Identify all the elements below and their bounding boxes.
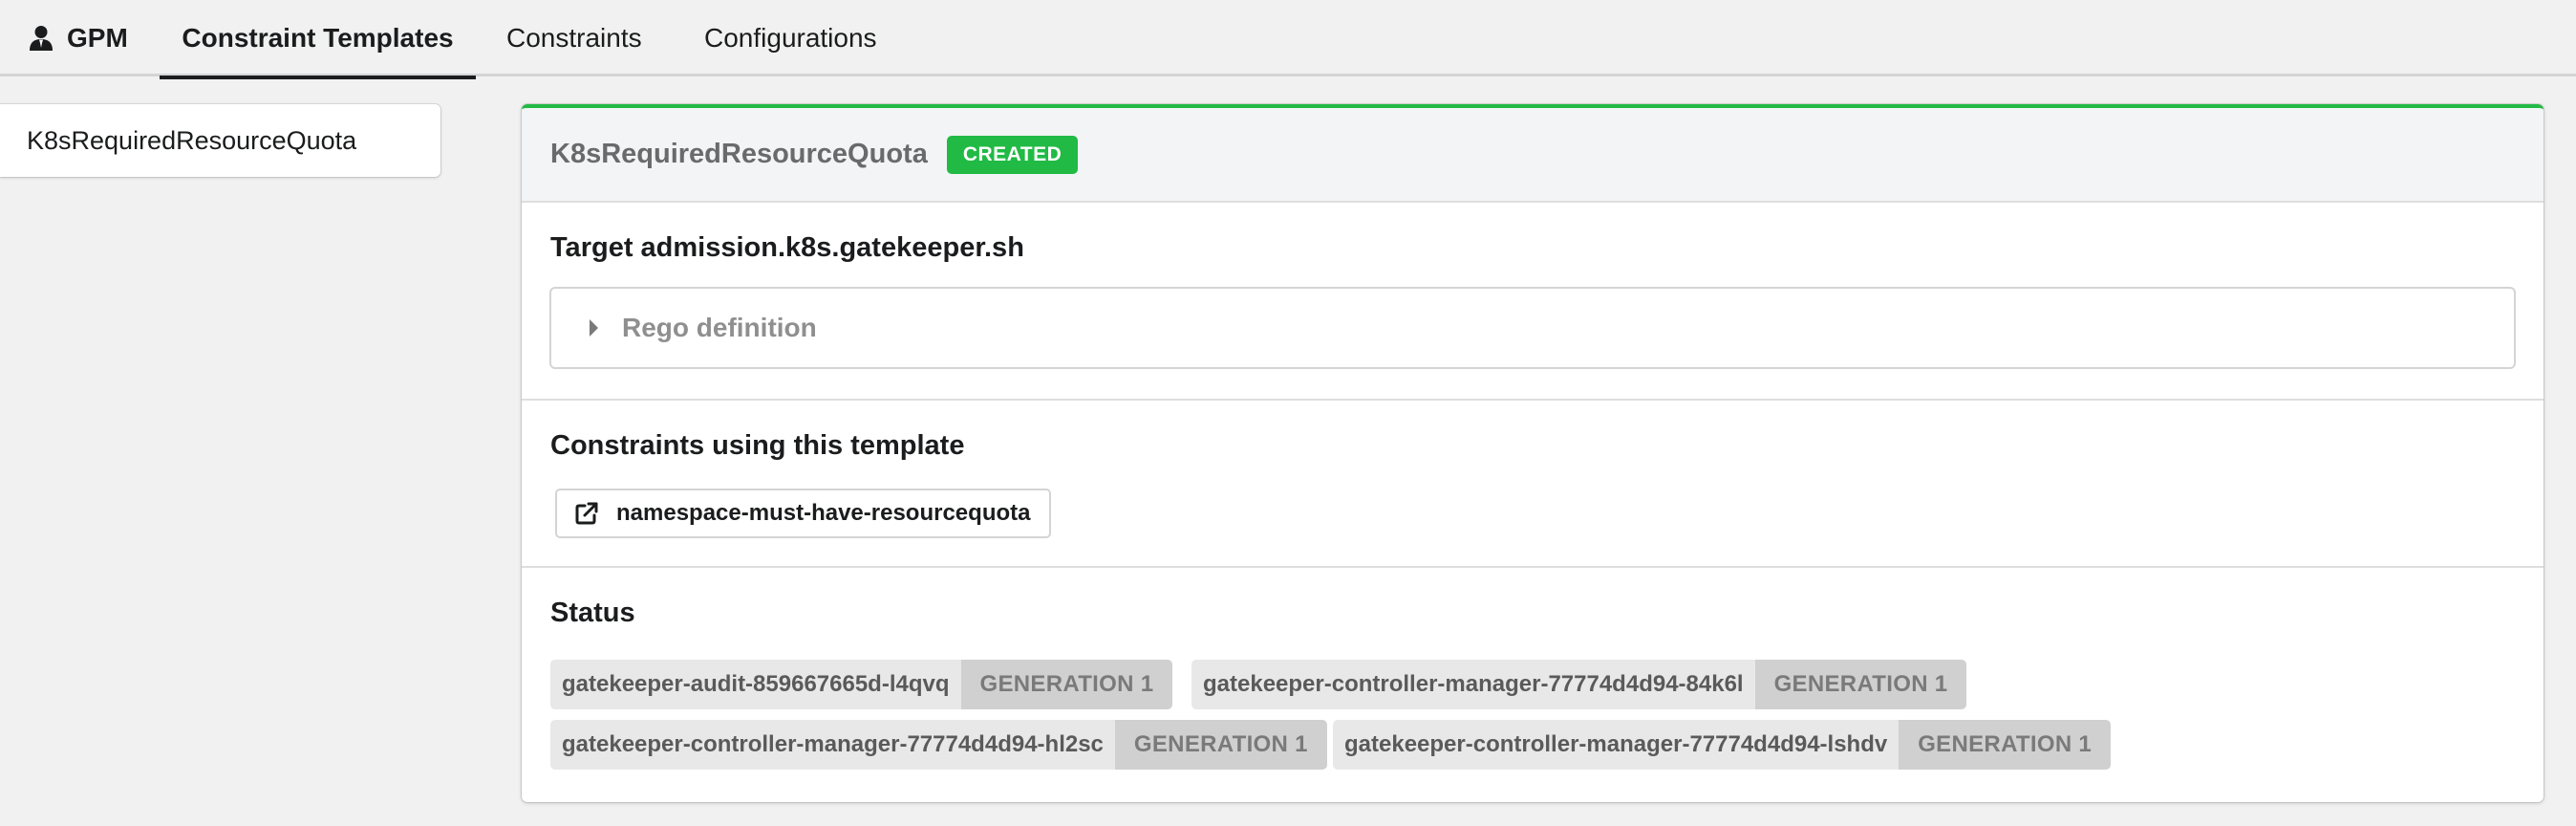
external-link-icon bbox=[575, 502, 598, 525]
status-tag: gatekeeper-audit-859667665d-l4qvq GENERA… bbox=[550, 660, 1173, 709]
status-tag: gatekeeper-controller-manager-77774d4d94… bbox=[1191, 660, 1967, 709]
tab-gpm-label: GPM bbox=[67, 23, 128, 53]
constraints-heading: Constraints using this template bbox=[550, 430, 965, 461]
tab-configurations[interactable]: Configurations bbox=[704, 0, 877, 76]
tab-configurations-label: Configurations bbox=[704, 23, 877, 53]
caret-right-icon bbox=[590, 319, 598, 337]
tab-constraints-label: Constraints bbox=[506, 23, 642, 53]
status-generation: GENERATION 1 bbox=[960, 660, 1173, 709]
template-title: K8sRequiredResourceQuota bbox=[550, 139, 928, 169]
status-tag: gatekeeper-controller-manager-77774d4d94… bbox=[1333, 720, 2112, 770]
constraints-section: Constraints using this template namespac… bbox=[522, 401, 2544, 568]
template-card-header: K8sRequiredResourceQuota CREATED bbox=[522, 108, 2544, 203]
user-icon bbox=[30, 26, 53, 51]
status-pod-name: gatekeeper-controller-manager-77774d4d94… bbox=[550, 720, 1115, 770]
template-card: K8sRequiredResourceQuota CREATED Target … bbox=[522, 104, 2544, 802]
status-section: Status gatekeeper-audit-859667665d-l4qvq… bbox=[522, 568, 2544, 802]
tab-constraint-templates-label: Constraint Templates bbox=[182, 23, 454, 53]
status-pod-name: gatekeeper-controller-manager-77774d4d94… bbox=[1191, 660, 1755, 709]
status-generation: GENERATION 1 bbox=[1114, 720, 1327, 770]
status-pod-name: gatekeeper-audit-859667665d-l4qvq bbox=[550, 660, 961, 709]
tab-gpm[interactable]: GPM bbox=[29, 0, 128, 76]
constraint-link-label: namespace-must-have-resourcequota bbox=[616, 500, 1031, 526]
sidebar-item-label: K8sRequiredResourceQuota bbox=[27, 125, 357, 155]
tab-constraints[interactable]: Constraints bbox=[506, 0, 642, 76]
rego-definition-label: Rego definition bbox=[622, 313, 817, 342]
status-heading: Status bbox=[550, 598, 635, 628]
constraint-link-button[interactable]: namespace-must-have-resourcequota bbox=[555, 489, 1052, 538]
status-generation: GENERATION 1 bbox=[1899, 720, 2112, 770]
status-pod-name: gatekeeper-controller-manager-77774d4d94… bbox=[1333, 720, 1900, 770]
rego-definition-accordion[interactable]: Rego definition bbox=[549, 287, 2516, 369]
status-badge: CREATED bbox=[946, 135, 1079, 174]
sidebar-item-k8srequiredresourcequota[interactable]: K8sRequiredResourceQuota bbox=[0, 104, 440, 177]
tab-constraint-templates[interactable]: Constraint Templates bbox=[160, 0, 476, 79]
target-heading: Target admission.k8s.gatekeeper.sh bbox=[550, 232, 1024, 263]
status-generation: GENERATION 1 bbox=[1754, 660, 1967, 709]
target-section: Target admission.k8s.gatekeeper.sh Rego … bbox=[522, 203, 2544, 401]
status-tag: gatekeeper-controller-manager-77774d4d94… bbox=[550, 720, 1327, 770]
top-tab-bar: GPM Constraint Templates Constraints Con… bbox=[0, 0, 2576, 79]
